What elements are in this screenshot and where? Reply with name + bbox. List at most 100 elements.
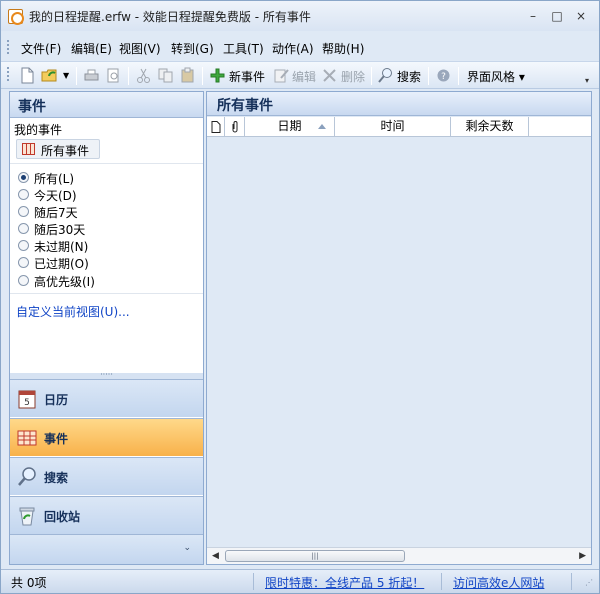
- col-date[interactable]: 日期: [245, 117, 335, 137]
- copy-icon[interactable]: [157, 67, 174, 84]
- scroll-right-icon[interactable]: ▶: [579, 551, 586, 561]
- status-separator: [253, 573, 254, 590]
- radio-checked[interactable]: [18, 172, 29, 183]
- toolbar-grip: [7, 67, 9, 81]
- edit-icon[interactable]: [273, 67, 290, 84]
- menu-tools[interactable]: 工具(T): [223, 40, 264, 57]
- window-title: 我的日程提醒.erfw - 效能日程提醒免费版 - 所有事件: [29, 10, 311, 24]
- status-bar: 共 0项 限时特惠：全线产品 5 折起！ 访问高效e人网站 ⋰: [1, 569, 599, 593]
- nav-label: 搜索: [44, 471, 69, 485]
- column-header-row: 日期 时间 剩余天数: [207, 117, 591, 137]
- toolbar-separator: [76, 67, 77, 85]
- nav-label: 事件: [44, 432, 69, 446]
- print-preview-icon[interactable]: [105, 67, 122, 84]
- horizontal-scrollbar[interactable]: ◀ ||| ▶: [207, 547, 591, 564]
- sort-ascending-icon: [318, 124, 326, 129]
- scroll-thumb[interactable]: |||: [225, 550, 405, 562]
- open-folder-icon[interactable]: [41, 67, 58, 84]
- filter-label: 所有(L): [34, 172, 75, 186]
- nav-footer: ⌄: [10, 534, 203, 564]
- menu-view[interactable]: 视图(V): [119, 40, 161, 57]
- close-button[interactable]: ×: [571, 7, 591, 25]
- search-icon[interactable]: [377, 67, 394, 84]
- status-separator: [441, 573, 442, 590]
- radio-unchecked[interactable]: [18, 223, 29, 234]
- promo-link[interactable]: 限时特惠：全线产品 5 折起！: [265, 574, 424, 591]
- filter-label: 未过期(N): [34, 240, 89, 254]
- events-view: 所有事件 日期 时间 剩余天数 ◀ ||| ▶: [206, 91, 592, 565]
- add-icon[interactable]: [209, 67, 226, 84]
- radio-unchecked[interactable]: [18, 257, 29, 268]
- filter-label: 今天(D): [34, 189, 77, 203]
- menu-edit[interactable]: 编辑(E): [71, 40, 112, 57]
- edit-button[interactable]: 编辑: [292, 68, 316, 85]
- filter-label: 随后30天: [34, 223, 86, 237]
- skin-dropdown[interactable]: 界面风格 ▾: [467, 68, 525, 85]
- open-dropdown-arrow[interactable]: ▼: [63, 71, 69, 80]
- menu-file[interactable]: 文件(F): [21, 40, 61, 57]
- search-icon: [18, 467, 36, 486]
- nav-events[interactable]: 事件: [10, 418, 203, 456]
- toolbar-separator: [128, 67, 129, 85]
- all-events-label: 所有事件: [41, 144, 90, 158]
- menu-goto[interactable]: 转到(G): [171, 40, 214, 57]
- event-list[interactable]: [207, 137, 591, 547]
- cut-icon[interactable]: [135, 67, 152, 84]
- toolbar-overflow-icon[interactable]: ▾: [585, 76, 593, 86]
- radio-unchecked[interactable]: [18, 189, 29, 200]
- chevron-down-icon[interactable]: ⌄: [183, 543, 191, 553]
- view-header: 所有事件: [207, 92, 591, 116]
- print-icon[interactable]: [83, 67, 100, 84]
- radio-unchecked[interactable]: [18, 240, 29, 251]
- search-button[interactable]: 搜索: [397, 68, 421, 85]
- nav-label: 回收站: [44, 510, 81, 524]
- new-document-icon[interactable]: [19, 67, 36, 84]
- minimize-button[interactable]: –: [523, 7, 543, 25]
- attachment-icon: [232, 121, 237, 133]
- calendar-icon: 5: [18, 390, 36, 409]
- col-days-left[interactable]: 剩余天数: [451, 117, 529, 137]
- menu-bar: 文件(F) 编辑(E) 视图(V) 转到(G) 工具(T) 动作(A) 帮助(H…: [1, 35, 599, 59]
- view-title: 所有事件: [217, 98, 273, 114]
- item-count: 共 0项: [11, 576, 47, 590]
- customize-view-link[interactable]: 自定义当前视图(U)...: [16, 303, 130, 320]
- delete-button[interactable]: 删除: [341, 68, 365, 85]
- toolbar-separator: [428, 67, 429, 85]
- filter-label: 随后7天: [34, 206, 78, 220]
- nav-calendar[interactable]: 5 日历: [10, 379, 203, 417]
- toolbar: ▼ 新事件 编辑 删除 搜索 ? 界面风格 ▾ ▾: [1, 61, 599, 89]
- toolbar-separator: [371, 67, 372, 85]
- radio-unchecked[interactable]: [18, 206, 29, 217]
- col-time[interactable]: 时间: [335, 117, 451, 137]
- filter-label: 高优先级(I): [34, 275, 95, 289]
- help-icon[interactable]: ?: [435, 67, 452, 84]
- menu-help[interactable]: 帮助(H): [322, 40, 364, 57]
- my-events-title: 我的事件: [14, 123, 63, 137]
- nav-recycle-bin[interactable]: 回收站: [10, 496, 203, 534]
- resize-grip[interactable]: ⋰: [585, 578, 595, 588]
- app-window: 我的日程提醒.erfw - 效能日程提醒免费版 - 所有事件 – □ × 文件(…: [0, 0, 600, 594]
- status-separator: [571, 573, 572, 590]
- paste-icon[interactable]: [179, 67, 196, 84]
- navigation-pane: 事件 我的事件 所有事件 所有(L) 今天(D) 随后7天 随后30天 未过期(…: [9, 91, 204, 565]
- toolbar-separator: [202, 67, 203, 85]
- divider: [10, 293, 203, 294]
- new-event-button[interactable]: 新事件: [229, 68, 265, 85]
- delete-icon[interactable]: [321, 67, 338, 84]
- nav-search[interactable]: 搜索: [10, 457, 203, 495]
- col-type[interactable]: [207, 117, 225, 137]
- col-date-label: 日期: [277, 119, 302, 133]
- col-time-label: 时间: [380, 119, 405, 133]
- menu-action[interactable]: 动作(A): [272, 40, 314, 57]
- pane-header: 事件: [10, 92, 203, 118]
- divider: [10, 163, 203, 164]
- recycle-bin-icon: [19, 507, 35, 526]
- maximize-button[interactable]: □: [547, 7, 567, 25]
- radio-unchecked[interactable]: [18, 275, 29, 286]
- table-icon: [22, 143, 35, 155]
- pane-title: 事件: [18, 99, 46, 115]
- col-attachment[interactable]: [225, 117, 245, 137]
- website-link[interactable]: 访问高效e人网站: [453, 574, 544, 591]
- scroll-left-icon[interactable]: ◀: [212, 551, 219, 561]
- all-events-view-button[interactable]: 所有事件: [16, 139, 100, 159]
